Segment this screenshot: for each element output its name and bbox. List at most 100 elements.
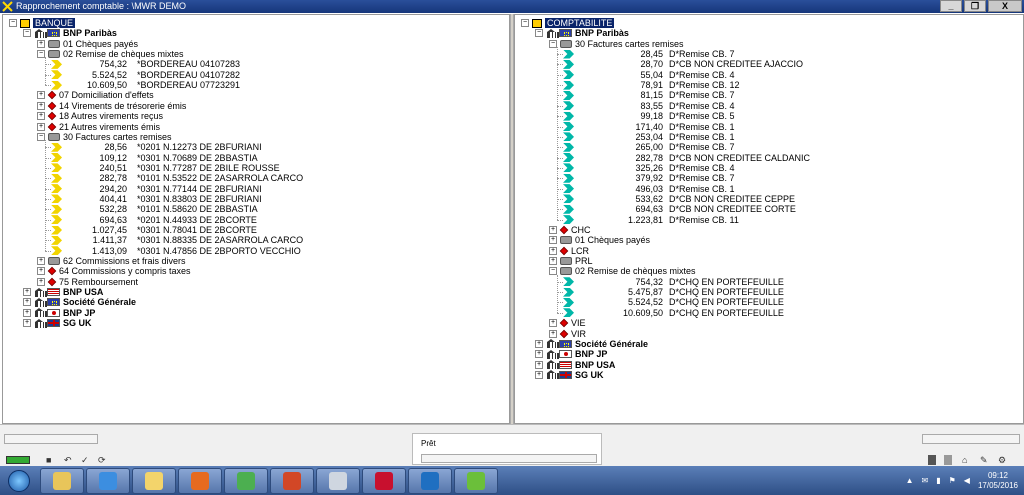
transaction-label[interactable]: D*CHQ EN PORTEFEUILLE bbox=[669, 308, 784, 318]
tree-root-label[interactable]: COMPTABILITE bbox=[545, 18, 615, 28]
bank-tree-pane[interactable]: − BANQUE − BNP Paribàs +01 Chèques payés −02 … bbox=[2, 14, 510, 424]
tree-row[interactable]: + VIR bbox=[549, 329, 586, 339]
flag-icon[interactable]: ⚑ bbox=[949, 476, 956, 485]
tree-row[interactable]: +21 Autres virements émis bbox=[37, 122, 160, 132]
bank-name[interactable]: BNP JP bbox=[63, 308, 95, 318]
bank-name[interactable]: SG UK bbox=[63, 318, 92, 328]
category-label[interactable]: 18 Autres virements reçus bbox=[59, 111, 163, 121]
transaction-label[interactable]: D*Remise CB. 5 bbox=[669, 111, 735, 121]
tree-row[interactable]: + Société Générale bbox=[535, 339, 648, 349]
expand-icon[interactable]: + bbox=[37, 277, 45, 286]
bank-name[interactable]: BNP USA bbox=[63, 287, 103, 297]
save-icon[interactable]: ■ bbox=[46, 455, 51, 465]
tree-row[interactable]: 28,70 D*CB NON CREDITEE AJACCIO bbox=[563, 59, 803, 69]
tree-row[interactable]: + BNP USA bbox=[535, 360, 615, 370]
bank-name[interactable]: Société Générale bbox=[63, 297, 136, 307]
undo-icon[interactable]: ↶ bbox=[64, 455, 72, 465]
tree-row[interactable]: 10.609,50 *BORDEREAU 07723291 bbox=[51, 80, 240, 90]
transaction-label[interactable]: D*Remise CB. 4 bbox=[669, 101, 735, 111]
transaction-label[interactable]: D*Remise CB. 11 bbox=[669, 215, 739, 225]
collapse-icon[interactable]: − bbox=[521, 19, 529, 27]
tree-root-label[interactable]: BANQUE bbox=[33, 18, 76, 28]
transaction-label[interactable]: D*CHQ EN PORTEFEUILLE bbox=[669, 297, 784, 307]
expand-icon[interactable]: + bbox=[535, 360, 543, 369]
taskbar-app-chrome[interactable] bbox=[224, 467, 268, 494]
transaction-label[interactable]: *0301 N.77287 DE 2BILE ROUSSE bbox=[137, 163, 280, 173]
transaction-label[interactable]: D*Remise CB. 7 bbox=[669, 49, 735, 59]
help-icon[interactable]: ⌂ bbox=[962, 455, 967, 465]
expand-icon[interactable]: + bbox=[549, 329, 557, 338]
transaction-label[interactable]: D*Remise CB. 7 bbox=[669, 90, 735, 100]
expand-icon[interactable]: + bbox=[37, 39, 45, 48]
taskbar-app-rapprochement[interactable] bbox=[454, 467, 498, 494]
expand-icon[interactable]: + bbox=[535, 370, 543, 379]
category-label[interactable]: VIE bbox=[571, 318, 586, 328]
category-label[interactable]: 02 Remise de chèques mixtes bbox=[63, 49, 184, 59]
accounting-tree-pane[interactable]: − COMPTABILITE − BNP Paribàs −30 Factures ca… bbox=[514, 14, 1024, 424]
tree-row[interactable]: 265,00 D*Remise CB. 7 bbox=[563, 142, 735, 152]
expand-icon[interactable]: + bbox=[549, 319, 557, 328]
tree-row[interactable]: 1.027,45 *0301 N.78041 DE 2BCORTE bbox=[51, 225, 257, 235]
tree-row[interactable]: 694,63 *0201 N.44933 DE 2BCORTE bbox=[51, 215, 257, 225]
collapse-icon[interactable]: − bbox=[535, 29, 543, 38]
bank-name[interactable]: BNP Paribàs bbox=[63, 28, 117, 38]
category-label[interactable]: 62 Commissions et frais divers bbox=[63, 256, 186, 266]
transaction-label[interactable]: *0301 N.70689 DE 2BBASTIA bbox=[137, 153, 258, 163]
bank-name[interactable]: SG UK bbox=[575, 370, 604, 380]
tree-row[interactable]: + SG UK bbox=[23, 318, 92, 328]
tree-row[interactable]: 694,63 D*CB NON CREDITEE CORTE bbox=[563, 204, 796, 214]
tree-row[interactable]: − BANQUE bbox=[9, 18, 76, 28]
taskbar-app-explorer[interactable] bbox=[40, 467, 84, 494]
check-icon[interactable]: ✓ bbox=[81, 455, 89, 465]
transaction-label[interactable]: D*Remise CB. 1 bbox=[669, 122, 735, 132]
tree-row[interactable]: + BNP USA bbox=[23, 287, 103, 297]
tree-row[interactable]: 240,51 *0301 N.77287 DE 2BILE ROUSSE bbox=[51, 163, 280, 173]
volume-icon[interactable]: ◀ bbox=[964, 476, 970, 485]
category-label[interactable]: LCR bbox=[571, 246, 589, 256]
tree-row[interactable]: +14 Virements de trésorerie émis bbox=[37, 101, 186, 111]
tree-row[interactable]: − 02 Remise de chèques mixtes bbox=[549, 266, 696, 276]
transaction-label[interactable]: D*Remise CB. 7 bbox=[669, 173, 735, 183]
tree-row[interactable]: 5.475,87 D*CHQ EN PORTEFEUILLE bbox=[563, 287, 784, 297]
transaction-label[interactable]: D*Remise CB. 1 bbox=[669, 132, 735, 142]
transaction-label[interactable]: D*CHQ EN PORTEFEUILLE bbox=[669, 277, 784, 287]
bank-name[interactable]: BNP USA bbox=[575, 360, 615, 370]
expand-icon[interactable]: + bbox=[37, 257, 45, 266]
collapse-icon[interactable]: − bbox=[9, 19, 17, 27]
bank-name[interactable]: BNP JP bbox=[575, 349, 607, 359]
tree-row[interactable]: 83,55 D*Remise CB. 4 bbox=[563, 101, 735, 111]
tree-row[interactable]: 532,28 *0101 N.58620 DE 2BBASTIA bbox=[51, 204, 258, 214]
tree-row[interactable]: − COMPTABILITE bbox=[521, 18, 615, 28]
transaction-label[interactable]: *0201 N.44933 DE 2BCORTE bbox=[137, 215, 257, 225]
tree-row[interactable]: 282,78 D*CB NON CREDITEE CALDANIC bbox=[563, 153, 810, 163]
category-label[interactable]: 01 Chèques payés bbox=[63, 39, 138, 49]
taskbar-app-firefox[interactable] bbox=[178, 467, 222, 494]
transaction-label[interactable]: *0101 N.53522 DE 2ASARROLA CARCO bbox=[137, 173, 303, 183]
refresh-icon[interactable]: ⟳ bbox=[98, 455, 106, 465]
tree-row[interactable]: 109,12 *0301 N.70689 DE 2BBASTIA bbox=[51, 153, 258, 163]
expand-icon[interactable]: + bbox=[23, 319, 31, 328]
expand-icon[interactable]: + bbox=[23, 288, 31, 297]
transaction-label[interactable]: *0301 N.83803 DE 2BFURIANI bbox=[137, 194, 262, 204]
expand-icon[interactable]: + bbox=[549, 236, 557, 245]
category-label[interactable]: VIR bbox=[571, 329, 586, 339]
tree-row[interactable]: − 30 Factures cartes remises bbox=[37, 132, 172, 142]
network-icon[interactable]: ▮ bbox=[936, 476, 940, 485]
tree-row[interactable]: +62 Commissions et frais divers bbox=[37, 256, 186, 266]
tree-row[interactable]: 533,62 D*CB NON CREDITEE CEPPE bbox=[563, 194, 795, 204]
taskbar-app-powerpoint[interactable] bbox=[270, 467, 314, 494]
tree-row[interactable]: 1.223,81 D*Remise CB. 11 bbox=[563, 215, 739, 225]
collapse-icon[interactable]: − bbox=[37, 132, 45, 141]
list-icon[interactable] bbox=[944, 455, 952, 465]
tree-row[interactable]: 81,15 D*Remise CB. 7 bbox=[563, 90, 735, 100]
category-label[interactable]: 30 Factures cartes remises bbox=[575, 39, 684, 49]
taskbar-app-folder[interactable] bbox=[132, 467, 176, 494]
transaction-label[interactable]: D*CB NON CREDITEE CORTE bbox=[669, 204, 796, 214]
bank-name[interactable]: BNP Paribàs bbox=[575, 28, 629, 38]
expand-icon[interactable]: + bbox=[37, 91, 45, 100]
tree-row[interactable]: + PRL bbox=[549, 256, 593, 266]
transaction-label[interactable]: *BORDEREAU 04107282 bbox=[137, 70, 240, 80]
category-label[interactable]: 75 Remboursement bbox=[59, 277, 138, 287]
category-label[interactable]: 14 Virements de trésorerie émis bbox=[59, 101, 186, 111]
tree-row[interactable]: − BNP Paribàs bbox=[535, 28, 629, 38]
